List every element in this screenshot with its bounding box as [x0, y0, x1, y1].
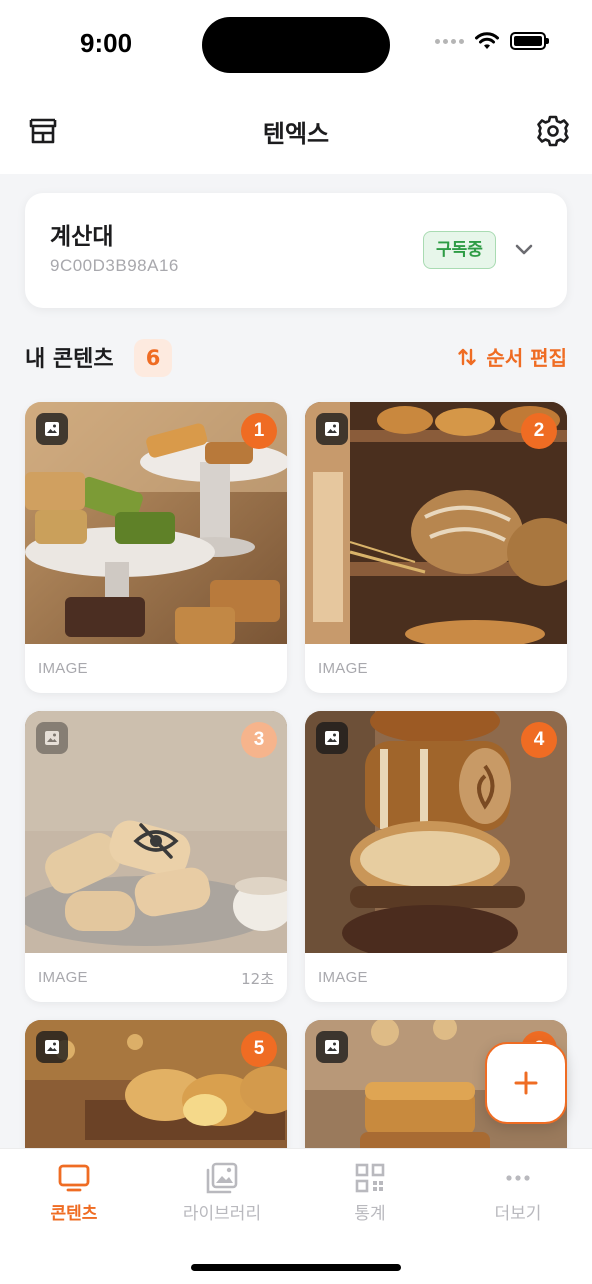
subscription-badge: 구독중: [423, 231, 496, 269]
reorder-label: 순서 편집: [486, 346, 567, 370]
image-type-icon: [316, 1031, 348, 1063]
image-type-icon: [36, 1031, 68, 1063]
signal-icon: [435, 38, 464, 44]
content-duration: 12초: [241, 970, 274, 988]
tab-label: 라이브러리: [182, 1204, 262, 1224]
monitor-icon: [58, 1164, 90, 1192]
card-footer: IMAGE: [305, 644, 567, 693]
content-card[interactable]: 1 IMAGE: [25, 402, 287, 693]
order-badge: 3: [241, 722, 277, 758]
plus-icon: [514, 1071, 538, 1095]
tab-label: 콘텐츠: [50, 1204, 98, 1224]
top-navbar: 텐엑스: [0, 90, 592, 174]
image-type-icon: [316, 413, 348, 445]
image-type-icon: [36, 413, 68, 445]
device-selector-card[interactable]: 계산대 9C00D3B98A16 구독중: [25, 193, 567, 308]
content-type-label: IMAGE: [38, 660, 88, 677]
content-card[interactable]: 3 IMAGE 12초: [25, 711, 287, 1002]
content-card[interactable]: 2 IMAGE: [305, 402, 567, 693]
gear-icon[interactable]: [536, 114, 570, 148]
device-name: 계산대: [50, 224, 114, 250]
tab-more[interactable]: 더보기: [444, 1161, 592, 1224]
content-count-badge: 6: [134, 339, 172, 377]
content-type-label: IMAGE: [318, 660, 368, 677]
sort-arrows-icon: [458, 348, 477, 365]
image-type-icon: [316, 722, 348, 754]
section-title: 내 콘텐츠: [25, 347, 114, 372]
order-badge: 2: [521, 413, 557, 449]
content-type-label: IMAGE: [38, 969, 88, 986]
device-id: 9C00D3B98A16: [50, 256, 179, 275]
dynamic-island: [202, 17, 390, 73]
gallery-icon: [206, 1162, 238, 1194]
page-title: 텐엑스: [262, 120, 330, 148]
tab-label: 더보기: [494, 1204, 542, 1224]
tab-library[interactable]: 라이브러리: [148, 1161, 296, 1224]
content-card[interactable]: 4 IMAGE: [305, 711, 567, 1002]
card-footer: IMAGE 12초: [25, 953, 287, 1002]
qr-code-icon: [355, 1163, 385, 1193]
tab-statistics[interactable]: 통계: [296, 1161, 444, 1224]
image-type-icon: [36, 722, 68, 754]
status-time: 9:00: [80, 28, 133, 58]
tab-label: 통계: [354, 1204, 386, 1224]
card-footer: IMAGE: [25, 644, 287, 693]
content-type-label: IMAGE: [318, 969, 368, 986]
home-indicator: [191, 1264, 401, 1271]
status-icons: [435, 31, 549, 51]
chevron-down-icon[interactable]: [511, 236, 537, 262]
battery-icon: [510, 32, 549, 50]
reorder-button[interactable]: 순서 편집: [456, 342, 567, 371]
order-badge: 5: [241, 1031, 277, 1067]
card-footer: IMAGE: [305, 953, 567, 1002]
wifi-icon: [475, 32, 499, 49]
tab-contents[interactable]: 콘텐츠: [0, 1161, 148, 1224]
add-content-button[interactable]: [485, 1042, 567, 1124]
order-badge: 1: [241, 413, 277, 449]
eye-off-icon: [133, 823, 179, 859]
order-badge: 4: [521, 722, 557, 758]
more-dots-icon: [506, 1175, 530, 1181]
status-bar: 9:00: [0, 0, 592, 90]
